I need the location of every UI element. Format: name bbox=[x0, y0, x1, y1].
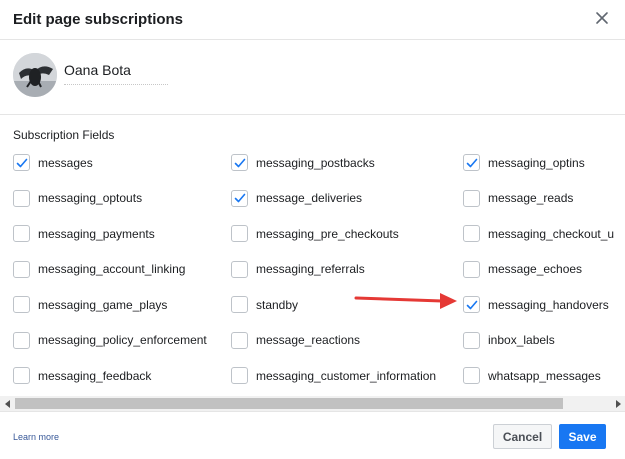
subscription-field-message-reads[interactable]: message_reads bbox=[463, 181, 625, 217]
checkbox-label: messaging_pre_checkouts bbox=[256, 226, 399, 241]
checkbox[interactable] bbox=[463, 331, 480, 349]
subscription-field-message-reactions[interactable]: message_reactions bbox=[231, 323, 463, 359]
checkbox-label: message_reads bbox=[488, 191, 574, 206]
subscription-fields-scroll-area: messages messaging_postbacks messaging_opt… bbox=[0, 145, 625, 395]
checkbox-label: messaging_referrals bbox=[256, 262, 365, 277]
dialog-footer: Learn more Cancel Save bbox=[0, 411, 625, 459]
subscription-field-messaging-pre-checkouts[interactable]: messaging_pre_checkouts bbox=[231, 216, 463, 252]
checkbox[interactable] bbox=[13, 296, 30, 314]
horizontal-scrollbar[interactable] bbox=[0, 396, 625, 411]
checkmark-icon bbox=[234, 193, 245, 203]
checkbox[interactable] bbox=[231, 331, 248, 349]
subscription-field-messaging-account-linking[interactable]: messaging_account_linking bbox=[13, 252, 231, 288]
checkbox[interactable] bbox=[463, 154, 480, 172]
checkbox[interactable] bbox=[463, 225, 480, 243]
checkbox[interactable] bbox=[463, 367, 480, 385]
checkbox[interactable] bbox=[231, 296, 248, 314]
checkbox[interactable] bbox=[13, 154, 30, 172]
checkbox-label: messaging_optouts bbox=[38, 191, 143, 206]
checkbox[interactable] bbox=[231, 260, 248, 278]
checkmark-icon bbox=[466, 158, 477, 168]
subscription-field-messaging-referrals[interactable]: messaging_referrals bbox=[231, 252, 463, 288]
checkbox-label: messaging_game_plays bbox=[38, 297, 168, 312]
subscription-field-messaging-handovers[interactable]: messaging_handovers bbox=[463, 287, 625, 323]
subscription-field-whatsapp-messages[interactable]: whatsapp_messages bbox=[463, 358, 625, 394]
subscription-field-messages[interactable]: messages bbox=[13, 145, 231, 181]
dialog-header: Edit page subscriptions bbox=[0, 0, 625, 40]
checkbox[interactable] bbox=[13, 260, 30, 278]
checkbox-label: messaging_postbacks bbox=[256, 155, 375, 170]
close-button[interactable] bbox=[592, 8, 612, 28]
subscription-field-message-echoes[interactable]: message_echoes bbox=[463, 252, 625, 288]
save-button[interactable]: Save bbox=[559, 424, 606, 449]
checkbox-label: inbox_labels bbox=[488, 333, 555, 348]
cancel-button[interactable]: Cancel bbox=[493, 424, 552, 449]
checkbox-label: standby bbox=[256, 297, 299, 312]
scroll-right-arrow-icon bbox=[615, 399, 621, 408]
checkbox-label: messaging_handovers bbox=[488, 297, 609, 312]
edit-subscriptions-dialog: Edit page subscriptions Oana Bota Subscr… bbox=[0, 0, 625, 459]
subscription-fields-label: Subscription Fields bbox=[13, 128, 115, 142]
avatar bbox=[13, 53, 57, 97]
scrollbar-thumb[interactable] bbox=[15, 398, 563, 409]
learn-more-link[interactable]: Learn more bbox=[13, 432, 59, 442]
checkbox[interactable] bbox=[463, 296, 480, 314]
page-info: Oana Bota bbox=[0, 41, 625, 115]
page-id-redacted bbox=[64, 84, 168, 87]
subscription-field-messaging-policy-enforcement[interactable]: messaging_policy_enforcement bbox=[13, 323, 231, 359]
checkmark-icon bbox=[234, 158, 245, 168]
subscription-field-standby[interactable]: standby bbox=[231, 287, 463, 323]
subscription-field-messaging-postbacks[interactable]: messaging_postbacks bbox=[231, 145, 463, 181]
checkbox[interactable] bbox=[13, 367, 30, 385]
subscription-field-messaging-game-plays[interactable]: messaging_game_plays bbox=[13, 287, 231, 323]
checkbox[interactable] bbox=[13, 189, 30, 207]
checkbox-label: message_deliveries bbox=[256, 191, 363, 206]
checkbox[interactable] bbox=[231, 154, 248, 172]
checkbox-label: messaging_policy_enforcement bbox=[38, 333, 207, 348]
checkbox[interactable] bbox=[13, 225, 30, 243]
checkbox[interactable] bbox=[13, 331, 30, 349]
subscription-field-inbox-labels[interactable]: inbox_labels bbox=[463, 323, 625, 359]
close-icon bbox=[596, 12, 608, 24]
scroll-left-button[interactable] bbox=[0, 396, 15, 411]
checkbox[interactable] bbox=[463, 260, 480, 278]
checkmark-icon bbox=[16, 158, 27, 168]
subscription-field-messaging-customer-information[interactable]: messaging_customer_information bbox=[231, 358, 463, 394]
subscription-field-messaging-feedback[interactable]: messaging_feedback bbox=[13, 358, 231, 394]
checkbox-label: messaging_feedback bbox=[38, 368, 152, 383]
subscription-fields-grid: messages messaging_postbacks messaging_opt… bbox=[13, 145, 625, 394]
checkmark-icon bbox=[466, 300, 477, 310]
page-name: Oana Bota bbox=[64, 62, 131, 78]
checkbox-label: messaging_account_linking bbox=[38, 262, 186, 277]
subscription-field-messaging-optins[interactable]: messaging_optins bbox=[463, 145, 625, 181]
subscription-field-messaging-optouts[interactable]: messaging_optouts bbox=[13, 181, 231, 217]
checkbox[interactable] bbox=[463, 189, 480, 207]
checkbox-label: messaging_optins bbox=[488, 155, 585, 170]
dialog-title: Edit page subscriptions bbox=[13, 11, 184, 28]
subscription-field-message-deliveries[interactable]: message_deliveries bbox=[231, 181, 463, 217]
checkbox-label: message_echoes bbox=[488, 262, 583, 277]
checkbox-label: message_reactions bbox=[256, 333, 361, 348]
checkbox-label: messaging_customer_information bbox=[256, 368, 437, 383]
checkbox-label: messaging_payments bbox=[38, 226, 155, 241]
checkbox[interactable] bbox=[231, 367, 248, 385]
checkbox[interactable] bbox=[231, 189, 248, 207]
scroll-right-button[interactable] bbox=[610, 396, 625, 411]
subscription-field-messaging-checkout-u[interactable]: messaging_checkout_u bbox=[463, 216, 625, 252]
checkbox-label: whatsapp_messages bbox=[488, 368, 601, 383]
scroll-left-arrow-icon bbox=[4, 399, 10, 408]
checkbox[interactable] bbox=[231, 225, 248, 243]
subscription-field-messaging-payments[interactable]: messaging_payments bbox=[13, 216, 231, 252]
checkbox-label: messages bbox=[38, 155, 93, 170]
checkbox-label: messaging_checkout_u bbox=[488, 226, 615, 241]
